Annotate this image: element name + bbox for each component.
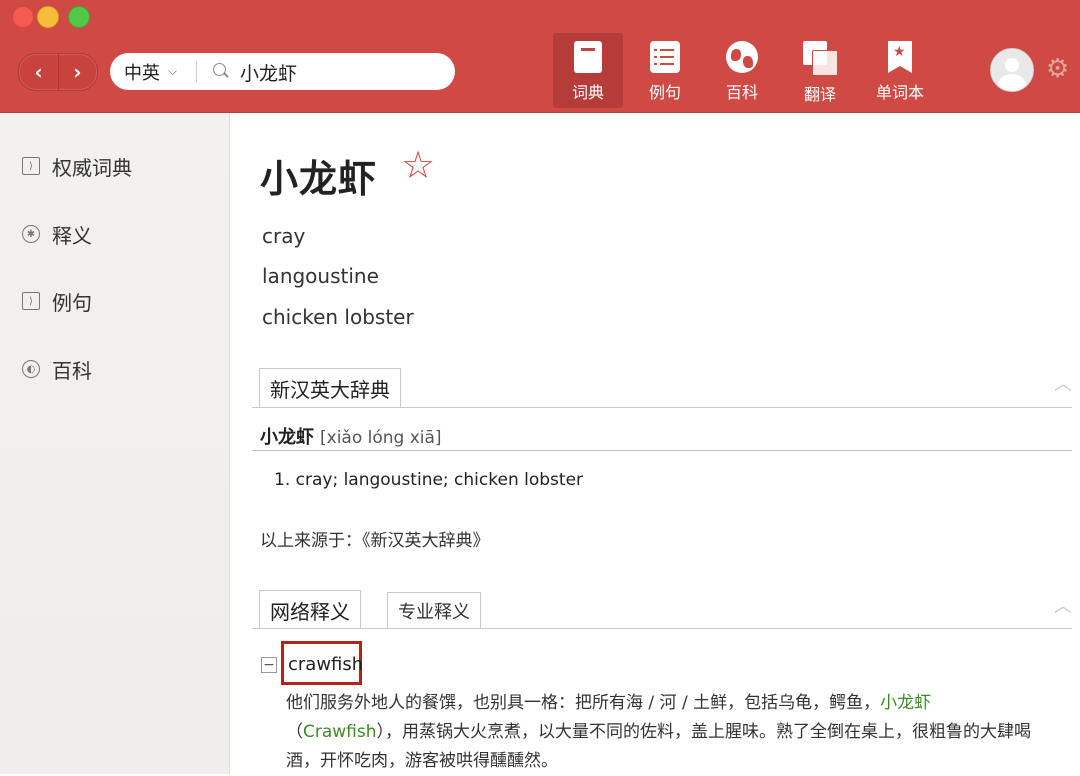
sidebar-item-authoritative-dict[interactable]: ⟩ 权威词典 [22,151,132,181]
translation-item: cray [262,224,306,248]
language-select[interactable]: 中英 ⌵ [124,53,177,90]
sidebar-item-label: 释义 [52,223,92,248]
zoom-window-button[interactable] [68,6,90,28]
highlighted-term[interactable]: 小龙虾 [880,693,931,713]
tab-translate-label: 翻译 [803,85,836,104]
back-button[interactable]: ‹ [19,54,59,90]
globe-icon [726,41,758,73]
star-icon[interactable]: ☆ [401,143,435,187]
book-icon: ⟩ [22,157,40,175]
chevron-right-icon: › [73,60,82,84]
section-divider [252,407,1072,408]
close-window-button[interactable] [12,6,34,28]
page-title: 小龙虾 [260,157,378,201]
sidebar-item-examples[interactable]: ⟩ 例句 [22,286,92,316]
section-divider [252,628,1072,629]
tab-encyclopedia[interactable]: 百科 [707,33,777,108]
sidebar: ⟩ 权威词典 ✱ 释义 ⟩ 例句 ◐ 百科 [0,113,230,774]
main-content: 小龙虾 ☆ cray langoustine chicken lobster 新… [230,113,1080,774]
gear-icon[interactable]: ⚙ [1046,54,1069,84]
tab-wordbook[interactable]: 单词本 [865,33,935,108]
example-paragraph: 他们服务外地人的餐馔，也别具一格：把所有海 / 河 / 土鲜，包括乌龟，鳄鱼，小… [286,689,1046,776]
tab-label: 新汉英大辞典 [270,377,390,402]
sidebar-item-label: 权威词典 [52,155,132,180]
globe-icon: ◐ [22,360,40,378]
collapse-icon[interactable]: ︿ [1054,370,1072,396]
collapse-icon[interactable]: ︿ [1054,592,1072,618]
tab-examples[interactable]: 例句 [630,33,700,108]
search-icon [213,63,226,76]
definition-item: 1. cray; langoustine; chicken lobster [274,470,584,490]
entry-divider [252,450,1072,451]
highlighted-term[interactable]: Crawfish [303,722,377,742]
list-icon [650,41,680,73]
chevron-down-icon: ⌵ [168,64,178,78]
book-icon [574,41,602,73]
sidebar-item-label: 例句 [52,290,92,315]
bookmark-star-icon [888,41,912,73]
history-nav: ‹ › [18,53,98,91]
entry-header: 小龙虾 [xiǎo lóng xiā] [260,423,442,449]
tab-new-chinese-english-dict[interactable]: 新汉英大辞典 [259,368,401,407]
paragraph-text: 他们服务外地人的餐馔，也别具一格：把所有海 / 河 / 土鲜，包括乌龟，鳄鱼， [286,693,881,713]
tab-dictionary-label: 词典 [571,83,604,102]
tab-professional-definitions[interactable]: 专业释义 [387,592,481,629]
search-bar: 中英 ⌵ [110,53,455,90]
headword: 小龙虾 [260,427,314,448]
toolbar: ‹ › 中英 ⌵ 词典 例句 百科 翻译 单词本 [0,0,1080,113]
translation-item: chicken lobster [262,305,414,329]
search-input[interactable] [238,57,447,87]
translation-item: langoustine [262,264,379,288]
tab-encyclopedia-label: 百科 [725,83,758,102]
translate-icon [803,41,838,76]
tab-dictionary[interactable]: 词典 [553,33,623,108]
sidebar-item-label: 百科 [52,358,92,383]
tab-label: 专业释义 [398,602,470,623]
tab-web-definitions[interactable]: 网络释义 [259,590,361,629]
tab-wordbook-label: 单词本 [875,83,924,102]
list-icon: ⟩ [22,292,40,310]
sidebar-item-encyclopedia[interactable]: ◐ 百科 [22,354,92,384]
tab-examples-label: 例句 [648,83,681,102]
collapse-entry-button[interactable]: − [261,657,277,673]
forward-button[interactable]: › [58,54,97,90]
meaning-icon: ✱ [22,225,40,243]
chevron-left-icon: ‹ [34,60,43,84]
language-select-value: 中英 [124,62,160,84]
search-divider [196,61,197,82]
avatar[interactable] [990,48,1034,92]
tab-label: 网络释义 [270,599,350,624]
minimize-window-button[interactable] [37,6,59,28]
source-note: 以上来源于：《新汉英大辞典》 [260,531,490,551]
sidebar-item-meaning[interactable]: ✱ 释义 [22,219,92,249]
web-term: crawfish [288,654,364,675]
tab-translate[interactable]: 翻译 [785,33,855,108]
paragraph-text: （ [286,722,303,742]
paragraph-text: ），用蒸锅大火烹煮，以大量不同的佐料，盖上腥味。熟了全倒在桌上，很粗鲁的大肆喝酒… [286,722,1032,771]
pinyin: [xiǎo lóng xiā] [320,428,442,448]
